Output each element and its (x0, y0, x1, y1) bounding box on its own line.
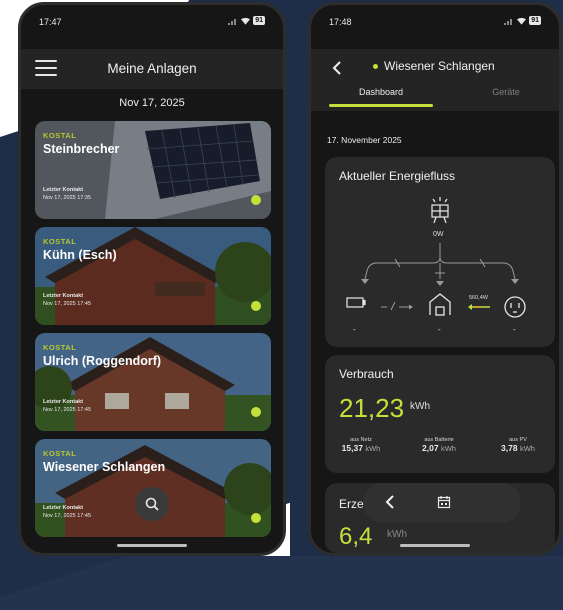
status-icons: 91 (228, 16, 265, 25)
page-title: Wiesener Schlangen (373, 59, 495, 73)
home-indicator (117, 544, 187, 547)
power-socket-icon (504, 296, 526, 318)
status-dot (251, 301, 261, 311)
plant-card[interactable]: KOSTAL Kühn (Esch) Letzter Kontakt Nov 1… (35, 227, 271, 325)
battery-icon: 91 (529, 16, 541, 25)
source-pv: aus PV 3,78 kWh (487, 437, 549, 453)
battery-icon: 91 (253, 16, 265, 25)
calendar-icon[interactable] (437, 495, 451, 509)
brand-logo: KOSTAL (43, 131, 77, 140)
search-icon (145, 497, 159, 511)
home-indicator (400, 544, 470, 547)
previous-day-icon[interactable] (385, 495, 395, 509)
date-label: Nov 17, 2025 (119, 97, 185, 109)
generation-value: 6,4 (339, 523, 373, 550)
phone-left: 17:47 91 Meine Anlagen Nov 17, 2025 KOST… (18, 2, 286, 556)
status-dot (251, 513, 261, 523)
source-value: 3,78 (501, 443, 518, 453)
status-dot (251, 195, 261, 205)
phone-right: 17:48 91 Wiesener Schlangen Dashboard Ge… (308, 2, 562, 556)
date-label: 17. November 2025 (327, 135, 402, 145)
last-contact-label: Letzter Kontakt (43, 293, 84, 299)
source-unit: kWh (519, 444, 535, 453)
wifi-icon (517, 17, 527, 25)
last-contact-label: Letzter Kontakt (43, 399, 84, 405)
grid-value: - (513, 325, 516, 334)
last-contact-label: Letzter Kontakt (43, 505, 84, 511)
source-unit: kWh (440, 444, 456, 453)
source-value: 2,07 (422, 443, 439, 453)
generation-unit: kWh (387, 529, 407, 540)
energy-flow-panel: Aktueller Energiefluss 0W 560,4W - - - (325, 157, 555, 347)
status-bar: 17:47 91 (21, 5, 283, 35)
grid-power-value: 560,4W (469, 295, 488, 301)
consumption-panel: Verbrauch 21,23 kWh aus Netz 15,37 kWh a… (325, 355, 555, 473)
last-contact-time: Nov 17, 2025 17:45 (43, 513, 92, 519)
signal-icon (504, 18, 513, 25)
source-grid: aus Netz 15,37 kWh (331, 437, 391, 453)
last-contact-time: Nov 17, 2025 17:45 (43, 301, 92, 307)
tab-dashboard[interactable]: Dashboard (331, 87, 431, 97)
source-unit: kWh (365, 444, 381, 453)
plant-card[interactable]: KOSTAL Steinbrecher Letzter Kontakt Nov … (35, 121, 271, 219)
last-contact-label: Letzter Kontakt (43, 187, 84, 193)
generation-title: Erze (339, 497, 364, 511)
solar-panel-icon (431, 197, 449, 224)
app-header: Meine Anlagen (21, 49, 283, 89)
status-dot (251, 407, 261, 417)
status-icons: 91 (504, 16, 541, 25)
app-header: Wiesener Schlangen Dashboard Geräte (311, 49, 559, 111)
source-battery: aus Batterie 2,07 kWh (409, 437, 469, 453)
plant-name: Steinbrecher (43, 142, 120, 156)
signal-icon (228, 18, 237, 25)
consumption-unit: kWh (410, 401, 430, 412)
back-icon[interactable] (331, 61, 343, 75)
battery-value: - (353, 325, 356, 334)
plant-name: Wiesener Schlangen (43, 460, 166, 474)
energy-flow-diagram (346, 197, 526, 318)
status-time: 17:48 (329, 17, 352, 27)
last-contact-time: Nov 17, 2025 17:35 (43, 195, 92, 201)
status-time: 17:47 (39, 17, 62, 27)
plant-card[interactable]: KOSTAL Ulrich (Roggendorf) Letzter Konta… (35, 333, 271, 431)
plant-name: Wiesener Schlangen (384, 59, 495, 73)
date-navigation-bar (363, 483, 521, 523)
house-value: - (438, 325, 441, 334)
consumption-title: Verbrauch (339, 367, 394, 381)
tab-geraete[interactable]: Geräte (461, 87, 551, 97)
house-icon (429, 293, 451, 316)
wifi-icon (241, 17, 251, 25)
pv-power-value: 0W (433, 231, 444, 238)
active-tab-indicator (329, 104, 433, 107)
status-bar: 17:48 91 (311, 5, 559, 35)
plant-name: Ulrich (Roggendorf) (43, 354, 162, 368)
last-contact-time: Nov 17, 2025 17:45 (43, 407, 92, 413)
consumption-value: 21,23 (339, 393, 405, 423)
battery-storage-icon (346, 297, 366, 308)
search-button[interactable] (135, 487, 169, 521)
plant-name: Kühn (Esch) (43, 248, 117, 262)
source-value: 15,37 (341, 443, 363, 453)
brand-logo: KOSTAL (43, 449, 77, 458)
grid-flow-indicator (468, 304, 490, 310)
brand-logo: KOSTAL (43, 237, 77, 246)
status-dot (373, 64, 378, 70)
page-title: Meine Anlagen (107, 61, 197, 76)
brand-logo: KOSTAL (43, 343, 77, 352)
